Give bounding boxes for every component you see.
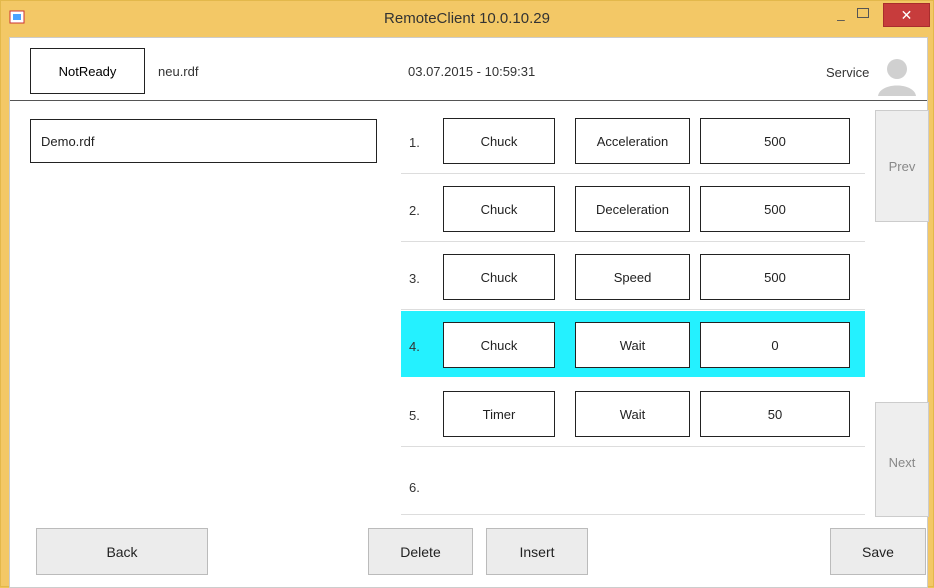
step-value[interactable]: 0 [700,322,850,368]
window-title: RemoteClient 10.0.10.29 [384,10,550,27]
step-number: 6. [409,480,420,495]
step-device[interactable]: Chuck [443,322,555,368]
step-value[interactable]: 500 [700,118,850,164]
step-parameter[interactable]: Acceleration [575,118,690,164]
step-value[interactable]: 500 [700,186,850,232]
file-list-item-label: Demo.rdf [41,134,95,149]
next-button[interactable]: Next [875,402,929,517]
next-button-label: Next [888,455,916,470]
step-value[interactable]: 50 [700,391,850,437]
step-list: 1. Chuck Acceleration 500 2. Chuck Decel… [401,107,865,521]
step-parameter[interactable]: Wait [575,322,690,368]
app-window: RemoteClient 10.0.10.29 – ✕ NotReady neu… [0,0,934,588]
step-row[interactable]: 1. Chuck Acceleration 500 [401,107,865,174]
current-file-label: neu.rdf [158,64,199,79]
step-row[interactable]: 5. Timer Wait 50 [401,380,865,447]
step-number: 2. [409,203,420,218]
maximize-icon[interactable] [857,8,869,18]
header-bar: NotReady neu.rdf 03.07.2015 - 10:59:31 S… [10,38,927,101]
datetime-label: 03.07.2015 - 10:59:31 [408,64,536,79]
client-area: NotReady neu.rdf 03.07.2015 - 10:59:31 S… [9,37,929,588]
step-device[interactable]: Chuck [443,118,555,164]
prev-button-label: Prev [888,159,916,174]
prev-button[interactable]: Prev [875,110,929,222]
save-button[interactable]: Save [830,528,926,575]
minimize-icon[interactable]: – [837,11,849,27]
step-row[interactable]: 3. Chuck Speed 500 [401,243,865,310]
delete-button[interactable]: Delete [368,528,473,575]
step-device[interactable]: Chuck [443,186,555,232]
step-row-empty[interactable]: 6. [401,448,865,515]
step-parameter[interactable]: Deceleration [575,186,690,232]
step-row-selected[interactable]: 4. Chuck Wait 0 [401,311,865,377]
close-icon[interactable]: ✕ [883,3,930,27]
step-device[interactable]: Timer [443,391,555,437]
step-number: 4. [409,339,420,354]
back-button[interactable]: Back [36,528,208,575]
avatar-icon[interactable] [876,54,918,96]
step-device[interactable]: Chuck [443,254,555,300]
title-bar: RemoteClient 10.0.10.29 – ✕ [1,1,933,37]
file-list-item[interactable]: Demo.rdf [30,119,377,163]
step-number: 3. [409,271,420,286]
step-row[interactable]: 2. Chuck Deceleration 500 [401,175,865,242]
step-parameter[interactable]: Wait [575,391,690,437]
step-number: 1. [409,135,420,150]
bottom-toolbar: Back Delete Insert Save [10,528,927,586]
step-number: 5. [409,408,420,423]
step-value[interactable]: 500 [700,254,850,300]
insert-button[interactable]: Insert [486,528,588,575]
file-list-pane: Demo.rdf [10,101,400,526]
user-role-label: Service [826,65,870,80]
status-indicator: NotReady [30,48,145,94]
step-parameter[interactable]: Speed [575,254,690,300]
